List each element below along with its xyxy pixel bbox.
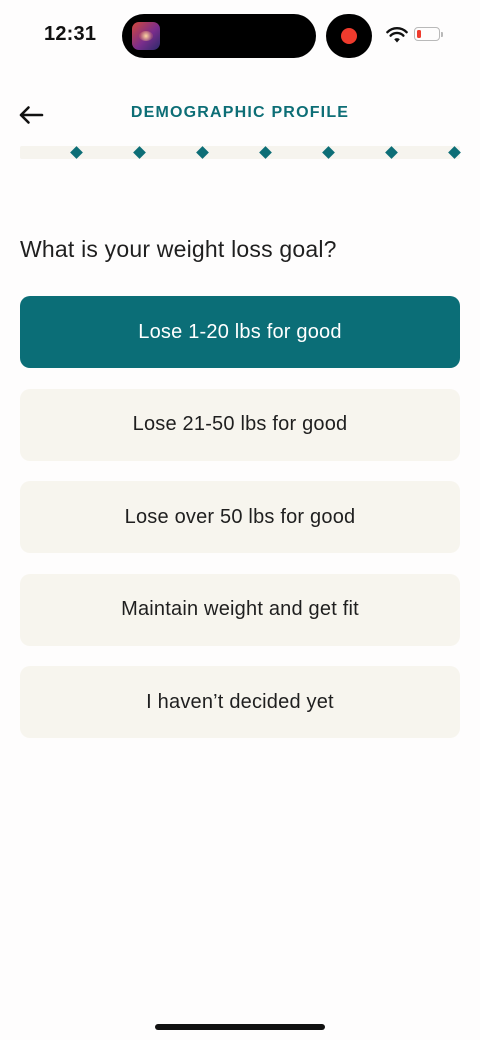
option-label: Lose 21-50 lbs for good [132,413,348,435]
progress-track [20,146,461,159]
option-label: Lose over 50 lbs for good [124,505,356,528]
option-lose-over-50[interactable]: Lose over 50 lbs for good [20,481,460,553]
option-label: I haven’t decided yet [146,690,334,713]
option-lose-1-20[interactable]: Lose 1-20 lbs for good [20,296,460,368]
live-activity-app-icon[interactable] [132,22,160,50]
goal-options: Lose 1-20 lbs for good Lose 21-50 lbs fo… [20,296,460,759]
option-label: Maintain weight and get fit [121,598,359,620]
option-maintain-weight[interactable]: Maintain weight and get fit [20,573,460,646]
dynamic-island[interactable] [122,14,316,58]
option-undecided[interactable]: I haven’t decided yet [20,666,460,738]
option-lose-21-50[interactable]: Lose 21-50 lbs for good [20,388,460,461]
wifi-icon [386,27,408,43]
battery-icon [414,27,443,41]
screen: 12:31 DEMOGRAPHIC PROFILE What is your w… [0,0,480,1040]
progress-step-diamond [195,146,209,159]
home-indicator[interactable] [155,1024,325,1030]
progress-step-diamond [132,146,146,159]
question-text: What is your weight loss goal? [20,236,337,262]
battery-level [416,29,421,38]
progress-step-diamond [321,146,335,159]
progress-step-diamond [447,146,461,159]
progress-step-diamond [258,146,272,159]
progress-step-diamond [69,146,83,159]
option-label: Lose 1-20 lbs for good [138,320,342,343]
record-dot-icon [341,28,357,44]
screen-recording-indicator[interactable] [326,14,372,58]
status-time: 12:31 [44,23,97,45]
progress-step-diamond [384,146,398,159]
page-title: DEMOGRAPHIC PROFILE [130,104,350,121]
